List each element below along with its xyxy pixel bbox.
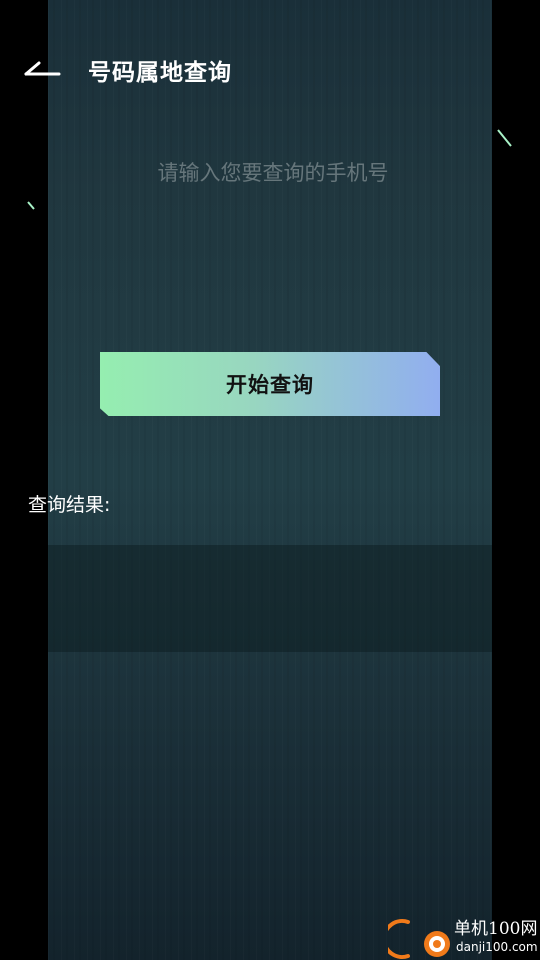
watermark-name: 单机100网 [454,919,538,939]
page-title: 号码属地查询 [88,60,232,86]
phone-number-input[interactable] [46,144,500,202]
watermark-domain: danji100.com [456,940,538,954]
start-query-button[interactable]: 开始查询 [100,352,440,416]
result-area [48,545,492,652]
back-arrow-icon [24,61,61,76]
app-screen: 号码属地查询 请输入您要查询的手机号 开始查询 查询结果: 单机100网 dan… [0,0,540,960]
watermark: 单机100网 danji100.com [388,916,540,960]
watermark-logo-icon [388,916,454,960]
result-label: 查询结果: [28,494,111,516]
back-button[interactable] [20,52,64,86]
header: 号码属地查询 [0,0,540,140]
phone-input-frame [26,126,516,214]
